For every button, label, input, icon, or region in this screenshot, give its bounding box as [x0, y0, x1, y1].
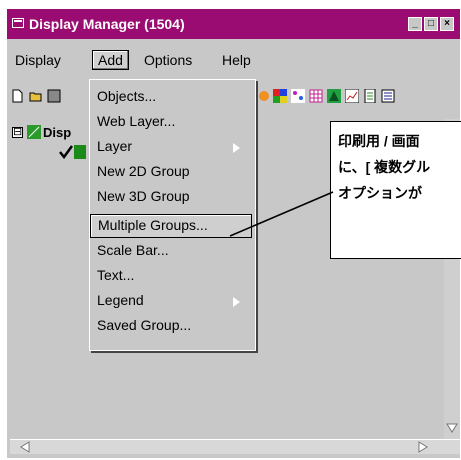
callout-leader-line	[229, 191, 334, 237]
